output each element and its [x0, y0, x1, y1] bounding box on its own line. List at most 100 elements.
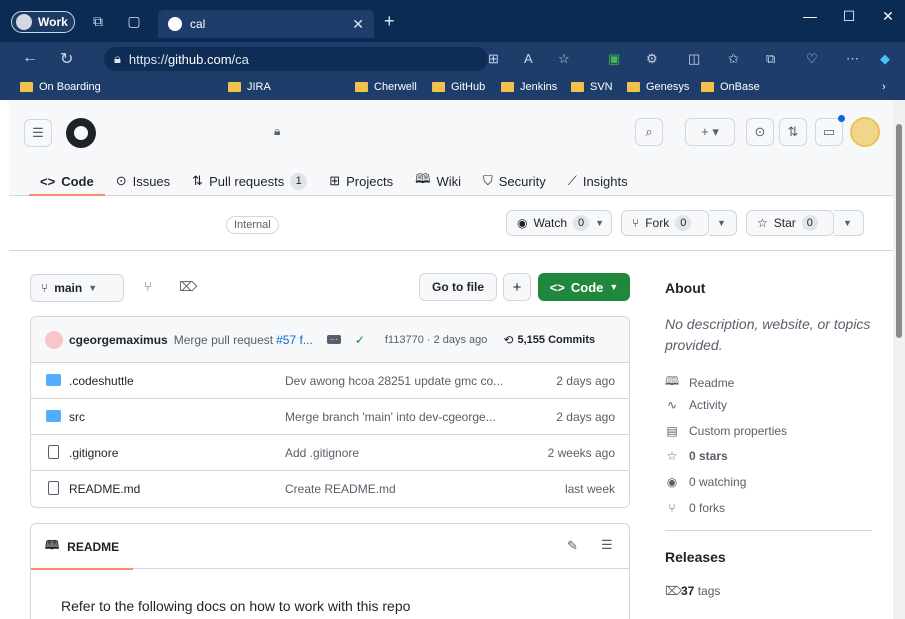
- file-commit-message[interactable]: Merge branch 'main' into dev-cgeorge...: [285, 410, 496, 424]
- tab-actions-icon[interactable]: ▢: [124, 11, 144, 31]
- table-row[interactable]: .gitignore Add .gitignore 2 weeks ago: [31, 435, 629, 471]
- favorite-star-icon[interactable]: ☆: [558, 51, 570, 67]
- file-commit-message[interactable]: Add .gitignore: [285, 446, 359, 460]
- tab-projects[interactable]: ⊞ Projects: [318, 166, 404, 196]
- file-name[interactable]: src: [69, 410, 85, 424]
- close-window-icon[interactable]: ✕: [873, 8, 903, 25]
- copilot-icon[interactable]: ◆: [880, 51, 890, 67]
- table-row[interactable]: .codeshuttle Dev awong hcoa 28251 update…: [31, 363, 629, 399]
- bookmark-folder[interactable]: Genesys: [627, 81, 689, 93]
- read-aloud-icon[interactable]: A: [524, 51, 533, 66]
- fork-icon: ⑂: [632, 216, 640, 230]
- issues-icon[interactable]: ⊙: [746, 118, 774, 146]
- bookmark-folder[interactable]: JIRA: [228, 81, 271, 93]
- watch-button[interactable]: ◉ Watch 0 ▼: [506, 210, 612, 236]
- inbox-icon[interactable]: ▭: [815, 118, 843, 146]
- file-name[interactable]: .gitignore: [69, 446, 118, 460]
- app-available-icon[interactable]: ⊞: [488, 51, 499, 67]
- star-dropdown[interactable]: ▼: [834, 210, 864, 236]
- bookmark-folder[interactable]: On Boarding: [20, 81, 101, 93]
- pulse-icon: ∿: [666, 398, 678, 412]
- file-name[interactable]: .codeshuttle: [69, 374, 134, 388]
- user-avatar[interactable]: [850, 117, 880, 147]
- custom-properties-link[interactable]: ▤ Custom properties: [665, 424, 787, 438]
- edit-pencil-icon[interactable]: ✎: [567, 538, 578, 554]
- create-new-icon[interactable]: + ▾: [685, 118, 735, 146]
- collections-icon[interactable]: ⧉: [766, 51, 775, 67]
- back-icon[interactable]: ←: [22, 49, 38, 67]
- tab-issues[interactable]: ⊙ Issues: [105, 166, 181, 196]
- maximize-icon[interactable]: ☐: [834, 8, 864, 25]
- new-tab-icon[interactable]: +: [384, 11, 395, 31]
- extensions-icon[interactable]: ⚙: [646, 51, 658, 67]
- commit-count[interactable]: 5,155 Commits: [517, 334, 595, 346]
- bookmarks-overflow-icon[interactable]: ›: [882, 81, 886, 93]
- health-icon[interactable]: ♡: [806, 51, 818, 67]
- commit-author[interactable]: cgeorgemaximus: [69, 333, 168, 347]
- close-tab-icon[interactable]: ✕: [352, 16, 364, 33]
- bookmark-folder[interactable]: Jenkins: [501, 81, 557, 93]
- github-favicon-icon: [168, 17, 182, 31]
- table-row[interactable]: README.md Create README.md last week: [31, 471, 629, 507]
- minimize-icon[interactable]: —: [795, 8, 825, 24]
- tab-code[interactable]: <> Code: [29, 166, 105, 196]
- tags-count: 37: [681, 584, 695, 598]
- extension-icon[interactable]: ▣: [608, 51, 620, 67]
- favorites-icon[interactable]: ✩: [728, 51, 739, 67]
- bookmarks-bar: On Boarding JIRA Cherwell GitHub Jenkins…: [0, 76, 905, 100]
- code-dropdown-button[interactable]: <> Code ▼: [538, 273, 630, 301]
- url-input[interactable]: 🔒︎ https://github.com/ca: [104, 47, 488, 71]
- add-file-button[interactable]: +: [503, 273, 531, 301]
- about-heading: About: [665, 280, 706, 296]
- forks-link[interactable]: ⑂ 0 forks: [665, 501, 725, 515]
- commit-message[interactable]: Merge pull request: [174, 333, 273, 347]
- outline-list-icon[interactable]: ☰: [601, 537, 613, 553]
- commit-pr-link[interactable]: #57 f...: [276, 333, 313, 347]
- browser-tab[interactable]: cal ✕: [158, 10, 374, 38]
- bookmark-folder[interactable]: OnBase: [701, 81, 760, 93]
- lock-icon: 🔒︎: [114, 51, 121, 66]
- table-row[interactable]: src Merge branch 'main' into dev-cgeorge…: [31, 399, 629, 435]
- branches-icon[interactable]: ⑂: [144, 279, 152, 294]
- star-button[interactable]: ☆ Star 0: [746, 210, 834, 236]
- file-commit-message[interactable]: Create README.md: [285, 482, 396, 496]
- tab-security[interactable]: ⛉ Security: [472, 166, 557, 196]
- search-icon[interactable]: ⌕: [635, 118, 663, 146]
- tags-link[interactable]: ⌦ 37 tags: [665, 584, 720, 598]
- readme-tab[interactable]: 🕮︎ README: [31, 524, 134, 570]
- profile-button[interactable]: Work: [11, 11, 75, 33]
- refresh-icon[interactable]: ↻: [60, 49, 73, 69]
- folder-icon: [20, 82, 33, 92]
- readme-link[interactable]: 🕮︎ Readme: [665, 372, 734, 393]
- github-logo-icon[interactable]: [66, 118, 96, 148]
- ellipsis-icon[interactable]: ···: [326, 335, 341, 344]
- hamburger-menu-icon[interactable]: ☰: [24, 119, 52, 147]
- activity-link[interactable]: ∿ Activity: [665, 398, 727, 412]
- tab-insights[interactable]: ⟋ Insights: [557, 166, 639, 196]
- file-name[interactable]: README.md: [69, 482, 140, 496]
- stars-link[interactable]: ☆ 0 stars: [665, 449, 728, 463]
- bookmark-folder[interactable]: SVN: [571, 81, 613, 93]
- releases-heading[interactable]: Releases: [665, 549, 726, 565]
- check-icon[interactable]: ✓: [355, 333, 365, 347]
- profile-label: Work: [38, 15, 68, 29]
- split-screen-icon[interactable]: ◫: [688, 51, 700, 67]
- tag-icon[interactable]: ⌦: [179, 279, 197, 295]
- bookmark-folder[interactable]: Cherwell: [355, 81, 417, 93]
- fork-dropdown[interactable]: ▼: [709, 210, 737, 236]
- folder-icon: [701, 82, 714, 92]
- file-commit-message[interactable]: Dev awong hcoa 28251 update gmc co...: [285, 374, 503, 388]
- tab-pull-requests[interactable]: ⇅ Pull requests 1: [181, 166, 318, 196]
- more-menu-icon[interactable]: ⋯: [846, 51, 859, 67]
- commit-sha-time[interactable]: f113770 · 2 days ago: [385, 334, 488, 346]
- pull-requests-icon[interactable]: ⇅: [779, 118, 807, 146]
- notification-dot: [838, 115, 845, 122]
- tab-wiki[interactable]: 🕮︎ Wiki: [404, 166, 472, 196]
- scrollbar-thumb[interactable]: [896, 124, 902, 338]
- workspaces-icon[interactable]: ⧉: [88, 11, 108, 31]
- watching-link[interactable]: ◉ 0 watching: [665, 475, 747, 489]
- go-to-file-button[interactable]: Go to file: [419, 273, 497, 301]
- branch-selector[interactable]: ⑂ main ▼: [30, 274, 124, 302]
- bookmark-folder[interactable]: GitHub: [432, 81, 485, 93]
- fork-button[interactable]: ⑂ Fork 0: [621, 210, 709, 236]
